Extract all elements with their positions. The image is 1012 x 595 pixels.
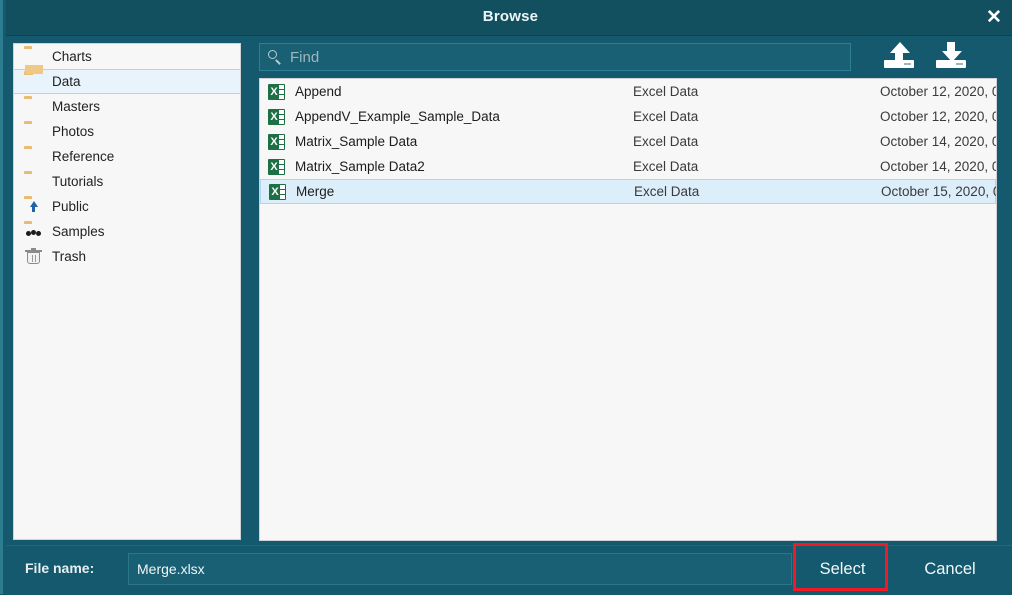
- sidebar-item-label: Data: [52, 74, 81, 89]
- search-icon: [268, 50, 282, 65]
- file-type: Excel Data: [634, 184, 700, 199]
- upload-button[interactable]: [879, 40, 921, 74]
- sidebar-item-label: Masters: [52, 99, 101, 114]
- sidebar-item-label: Photos: [52, 124, 95, 139]
- table-row[interactable]: X Append Excel Data October 12, 2020, 06…: [260, 79, 996, 104]
- sidebar-item-label: Reference: [52, 149, 115, 164]
- file-name-value: Merge.xlsx: [137, 561, 205, 577]
- excel-file-icon: X: [268, 108, 285, 125]
- folder-public-icon: [24, 199, 43, 215]
- excel-file-icon: X: [268, 83, 285, 100]
- folder-samples-icon: [24, 224, 43, 240]
- sidebar-item-label: Trash: [52, 249, 87, 264]
- sidebar-item-label: Tutorials: [52, 174, 104, 189]
- sidebar-item-tutorials[interactable]: Tutorials: [14, 169, 240, 194]
- file-name-label: File name:: [25, 560, 95, 576]
- folder-icon: [24, 49, 43, 65]
- sidebar-item-data[interactable]: Data: [14, 69, 240, 94]
- file-modified: October 15, 2020, 05:23 PM: [881, 184, 996, 199]
- excel-file-icon: X: [269, 183, 286, 200]
- excel-file-icon: X: [268, 133, 285, 150]
- folder-icon: [24, 99, 43, 115]
- file-name-input[interactable]: Merge.xlsx: [128, 553, 792, 585]
- page-title: Browse: [482, 8, 539, 25]
- excel-file-icon: X: [268, 158, 285, 175]
- folder-icon: [24, 174, 43, 190]
- file-type: Excel Data: [633, 109, 699, 124]
- footer-bar: File name: Merge.xlsx Select Cancel: [6, 545, 1012, 595]
- sidebar-item-label: Charts: [52, 49, 92, 64]
- sidebar-item-public[interactable]: Public: [14, 194, 240, 219]
- title-bar: Browse ✕: [6, 0, 1012, 36]
- download-button[interactable]: [931, 40, 973, 74]
- file-type: Excel Data: [633, 84, 699, 99]
- folder-sidebar[interactable]: Charts Data Masters Photos Reference Tut…: [13, 43, 241, 540]
- trash-icon: [24, 247, 43, 265]
- file-type: Excel Data: [633, 134, 699, 149]
- file-modified: October 12, 2020, 06:11 PM: [880, 84, 996, 99]
- file-name: Merge: [296, 184, 335, 199]
- table-row[interactable]: X Merge Excel Data October 15, 2020, 05:…: [260, 179, 996, 204]
- close-icon[interactable]: ✕: [981, 5, 1007, 31]
- sidebar-item-label: Public: [52, 199, 89, 214]
- file-modified: October 14, 2020, 04:20 PM: [880, 134, 996, 149]
- table-row[interactable]: X Matrix_Sample Data2 Excel Data October…: [260, 154, 996, 179]
- sidebar-item-charts[interactable]: Charts: [14, 44, 240, 69]
- file-modified: October 12, 2020, 03:54 PM: [880, 109, 996, 124]
- folder-icon: [24, 149, 43, 165]
- folder-icon: [24, 124, 43, 140]
- folder-open-icon: [24, 74, 43, 90]
- sidebar-item-label: Samples: [52, 224, 105, 239]
- file-name: Append: [295, 84, 342, 99]
- search-placeholder: Find: [290, 48, 320, 66]
- sidebar-item-masters[interactable]: Masters: [14, 94, 240, 119]
- file-list[interactable]: X Append Excel Data October 12, 2020, 06…: [259, 78, 997, 541]
- file-modified: October 14, 2020, 04:32 PM: [880, 159, 996, 174]
- file-type: Excel Data: [633, 159, 699, 174]
- file-name: Matrix_Sample Data2: [295, 159, 425, 174]
- sidebar-item-trash[interactable]: Trash: [14, 244, 240, 269]
- browse-dialog: Browse ✕ Charts Data Masters Photos Refe…: [0, 0, 1012, 595]
- sidebar-item-samples[interactable]: Samples: [14, 219, 240, 244]
- table-row[interactable]: X Matrix_Sample Data Excel Data October …: [260, 129, 996, 154]
- sidebar-item-reference[interactable]: Reference: [14, 144, 240, 169]
- file-name: AppendV_Example_Sample_Data: [295, 109, 500, 124]
- cancel-button[interactable]: Cancel: [911, 556, 989, 583]
- file-name: Matrix_Sample Data: [295, 134, 418, 149]
- search-input[interactable]: Find: [259, 43, 851, 71]
- sidebar-item-photos[interactable]: Photos: [14, 119, 240, 144]
- table-row[interactable]: X AppendV_Example_Sample_Data Excel Data…: [260, 104, 996, 129]
- select-button[interactable]: Select: [806, 556, 879, 583]
